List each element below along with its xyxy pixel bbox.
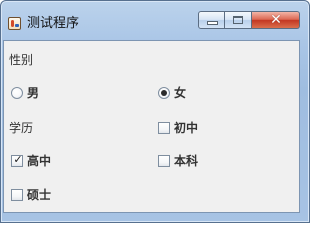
close-icon: ✕ bbox=[270, 12, 282, 28]
junior-high-label: 初中 bbox=[174, 121, 199, 135]
junior-high-checkbox[interactable] bbox=[158, 122, 170, 134]
female-radio-button[interactable] bbox=[158, 87, 170, 99]
bachelor-label: 本科 bbox=[174, 154, 199, 168]
education-label: 学历 bbox=[9, 121, 34, 135]
maximize-button[interactable] bbox=[225, 11, 252, 29]
window-title: 测试程序 bbox=[27, 16, 80, 31]
minimize-icon bbox=[208, 22, 217, 24]
maximize-icon bbox=[233, 16, 243, 24]
window-controls: ✕ bbox=[198, 11, 300, 29]
high-school-label: 高中 bbox=[27, 154, 52, 168]
application-window: 测试程序 ✕ 性别 男 女 学历 初中 ✓ 高中 本科 硕士 bbox=[0, 0, 310, 223]
form-panel: 性别 男 女 学历 初中 ✓ 高中 本科 硕士 bbox=[3, 40, 300, 213]
check-icon: ✓ bbox=[13, 153, 23, 166]
close-button[interactable]: ✕ bbox=[252, 11, 300, 29]
java-cup-icon bbox=[8, 17, 21, 30]
gender-label: 性别 bbox=[9, 53, 34, 67]
bachelor-checkbox[interactable] bbox=[158, 155, 170, 167]
master-checkbox[interactable] bbox=[11, 189, 23, 201]
title-bar[interactable]: 测试程序 ✕ bbox=[0, 0, 310, 40]
high-school-checkbox[interactable]: ✓ bbox=[11, 153, 23, 167]
female-label: 女 bbox=[174, 86, 187, 100]
selected-radio-dot bbox=[161, 90, 167, 96]
male-label: 男 bbox=[27, 86, 40, 100]
male-radio-button[interactable] bbox=[11, 87, 23, 99]
minimize-button[interactable] bbox=[198, 11, 225, 29]
master-label: 硕士 bbox=[27, 188, 52, 202]
